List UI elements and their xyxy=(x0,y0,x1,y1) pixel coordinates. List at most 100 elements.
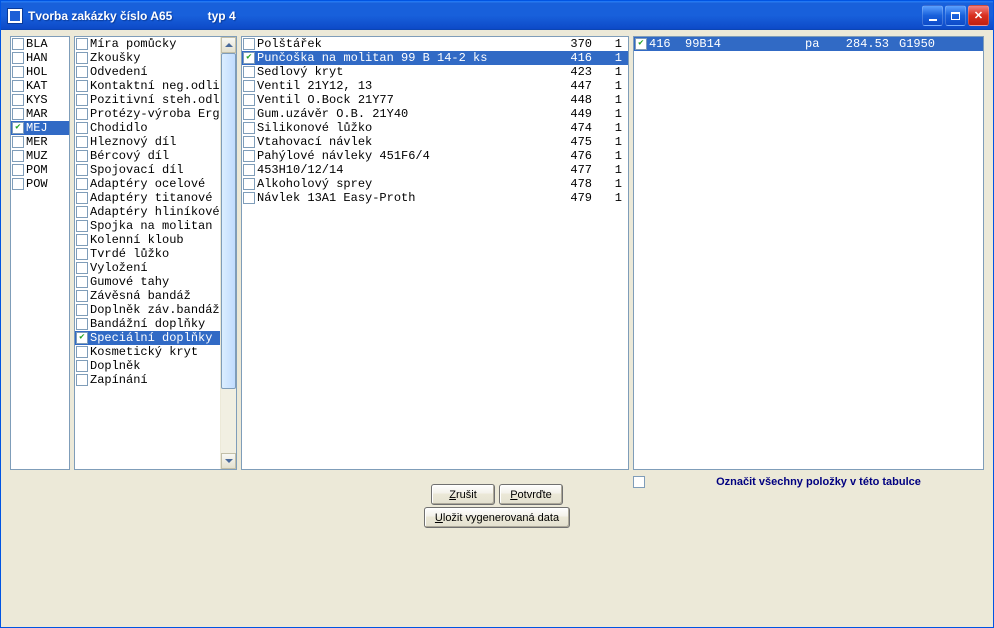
category-item[interactable]: Odvedení xyxy=(75,65,220,79)
checkbox[interactable] xyxy=(12,94,24,106)
checkbox[interactable] xyxy=(243,150,255,162)
titlebar[interactable]: Tvorba zakázky číslo A65 typ 4 xyxy=(1,1,993,30)
category-item[interactable]: Zkoušky xyxy=(75,51,220,65)
code-item[interactable]: POW xyxy=(11,177,69,191)
category-item[interactable]: Adaptéry titanové xyxy=(75,191,220,205)
category-item[interactable]: Doplněk xyxy=(75,359,220,373)
category-item[interactable]: Kosmetický kryt xyxy=(75,345,220,359)
checkbox[interactable] xyxy=(635,38,647,50)
product-item[interactable]: Alkoholový sprey4781 xyxy=(242,177,628,191)
confirm-button[interactable]: Potvrďte xyxy=(499,484,563,505)
code-item[interactable]: KAT xyxy=(11,79,69,93)
checkbox[interactable] xyxy=(243,94,255,106)
code-list[interactable]: BLAHANHOLKATKYSMARMEJMERMUZPOMPOW xyxy=(10,36,70,470)
category-item[interactable]: Spojka na molitan xyxy=(75,219,220,233)
item-list[interactable]: Polštářek3701Punčoška na molitan 99 B 14… xyxy=(241,36,629,470)
checkbox[interactable] xyxy=(12,164,24,176)
code-item[interactable]: BLA xyxy=(11,37,69,51)
checkbox[interactable] xyxy=(243,52,255,64)
product-item[interactable]: Gum.uzávěr O.B. 21Y404491 xyxy=(242,107,628,121)
checkbox[interactable] xyxy=(76,346,88,358)
checkbox[interactable] xyxy=(76,248,88,260)
category-item[interactable]: Míra pomůcky xyxy=(75,37,220,51)
checkbox[interactable] xyxy=(12,38,24,50)
code-item[interactable]: HAN xyxy=(11,51,69,65)
checkbox[interactable] xyxy=(76,332,88,344)
checkbox[interactable] xyxy=(76,290,88,302)
checkbox[interactable] xyxy=(76,192,88,204)
checkbox[interactable] xyxy=(12,80,24,92)
category-item[interactable]: Bércový díl xyxy=(75,149,220,163)
scroll-thumb[interactable] xyxy=(221,53,236,389)
category-item[interactable]: Bandážní doplňky xyxy=(75,317,220,331)
checkbox[interactable] xyxy=(76,374,88,386)
product-item[interactable]: Návlek 13A1 Easy-Proth4791 xyxy=(242,191,628,205)
checkbox[interactable] xyxy=(76,94,88,106)
checkbox[interactable] xyxy=(76,52,88,64)
minimize-button[interactable] xyxy=(922,5,943,26)
checkbox[interactable] xyxy=(76,206,88,218)
checkbox[interactable] xyxy=(12,108,24,120)
checkbox[interactable] xyxy=(76,262,88,274)
scrollbar[interactable] xyxy=(220,37,236,469)
checkbox[interactable] xyxy=(12,52,24,64)
category-item[interactable]: Adaptéry ocelové xyxy=(75,177,220,191)
product-item[interactable]: Punčoška na molitan 99 B 14-2 ks4161 xyxy=(242,51,628,65)
checkbox[interactable] xyxy=(243,108,255,120)
product-item[interactable]: Polštářek3701 xyxy=(242,37,628,51)
category-item[interactable]: Závěsná bandáž xyxy=(75,289,220,303)
category-item[interactable]: Gumové tahy xyxy=(75,275,220,289)
product-item[interactable]: Silikonové lůžko4741 xyxy=(242,121,628,135)
code-item[interactable]: MAR xyxy=(11,107,69,121)
product-item[interactable]: Ventil 21Y12, 134471 xyxy=(242,79,628,93)
checkbox[interactable] xyxy=(243,164,255,176)
close-button[interactable] xyxy=(968,5,989,26)
product-item[interactable]: Pahýlové návleky 451F6/44761 xyxy=(242,149,628,163)
code-item[interactable]: POM xyxy=(11,163,69,177)
checkbox[interactable] xyxy=(12,178,24,190)
category-item[interactable]: Adaptéry hliníkové xyxy=(75,205,220,219)
scroll-down-button[interactable] xyxy=(221,453,236,469)
checkbox[interactable] xyxy=(12,136,24,148)
category-item[interactable]: Spojovací díl xyxy=(75,163,220,177)
category-item[interactable]: Zapínání xyxy=(75,373,220,387)
checkbox[interactable] xyxy=(243,122,255,134)
checkbox[interactable] xyxy=(12,150,24,162)
code-item[interactable]: MUZ xyxy=(11,149,69,163)
checkbox[interactable] xyxy=(76,66,88,78)
maximize-button[interactable] xyxy=(945,5,966,26)
checkbox[interactable] xyxy=(243,178,255,190)
product-item[interactable]: Sedlový kryt4231 xyxy=(242,65,628,79)
product-item[interactable]: Ventil O.Bock 21Y774481 xyxy=(242,93,628,107)
checkbox[interactable] xyxy=(76,304,88,316)
category-item[interactable]: Protézy-výroba Ergon xyxy=(75,107,220,121)
checkbox[interactable] xyxy=(243,136,255,148)
checkbox[interactable] xyxy=(76,122,88,134)
category-item[interactable]: Kolenní kloub xyxy=(75,233,220,247)
checkbox[interactable] xyxy=(243,66,255,78)
checkbox[interactable] xyxy=(76,360,88,372)
checkbox[interactable] xyxy=(243,80,255,92)
product-item[interactable]: 453H10/12/144771 xyxy=(242,163,628,177)
checkbox[interactable] xyxy=(76,318,88,330)
product-item[interactable]: Vtahovací návlek4751 xyxy=(242,135,628,149)
checkbox[interactable] xyxy=(12,122,24,134)
checkbox[interactable] xyxy=(76,150,88,162)
checkbox[interactable] xyxy=(76,178,88,190)
selection-item[interactable]: 41699B14pa284.53G1950 xyxy=(634,37,983,51)
category-item[interactable]: Hleznový díl xyxy=(75,135,220,149)
category-list[interactable]: Míra pomůckyZkouškyOdvedeníKontaktní neg… xyxy=(74,36,237,470)
checkbox[interactable] xyxy=(76,38,88,50)
checkbox[interactable] xyxy=(76,136,88,148)
category-item[interactable]: Vyložení xyxy=(75,261,220,275)
checkbox[interactable] xyxy=(76,234,88,246)
category-item[interactable]: Chodidlo xyxy=(75,121,220,135)
code-item[interactable]: MEJ xyxy=(11,121,69,135)
code-item[interactable]: MER xyxy=(11,135,69,149)
category-item[interactable]: Kontaktní neg.odlit xyxy=(75,79,220,93)
category-item[interactable]: Pozitivní steh.odlit xyxy=(75,93,220,107)
checkbox[interactable] xyxy=(76,80,88,92)
selection-list[interactable]: 41699B14pa284.53G1950 xyxy=(633,36,984,470)
code-item[interactable]: HOL xyxy=(11,65,69,79)
code-item[interactable]: KYS xyxy=(11,93,69,107)
